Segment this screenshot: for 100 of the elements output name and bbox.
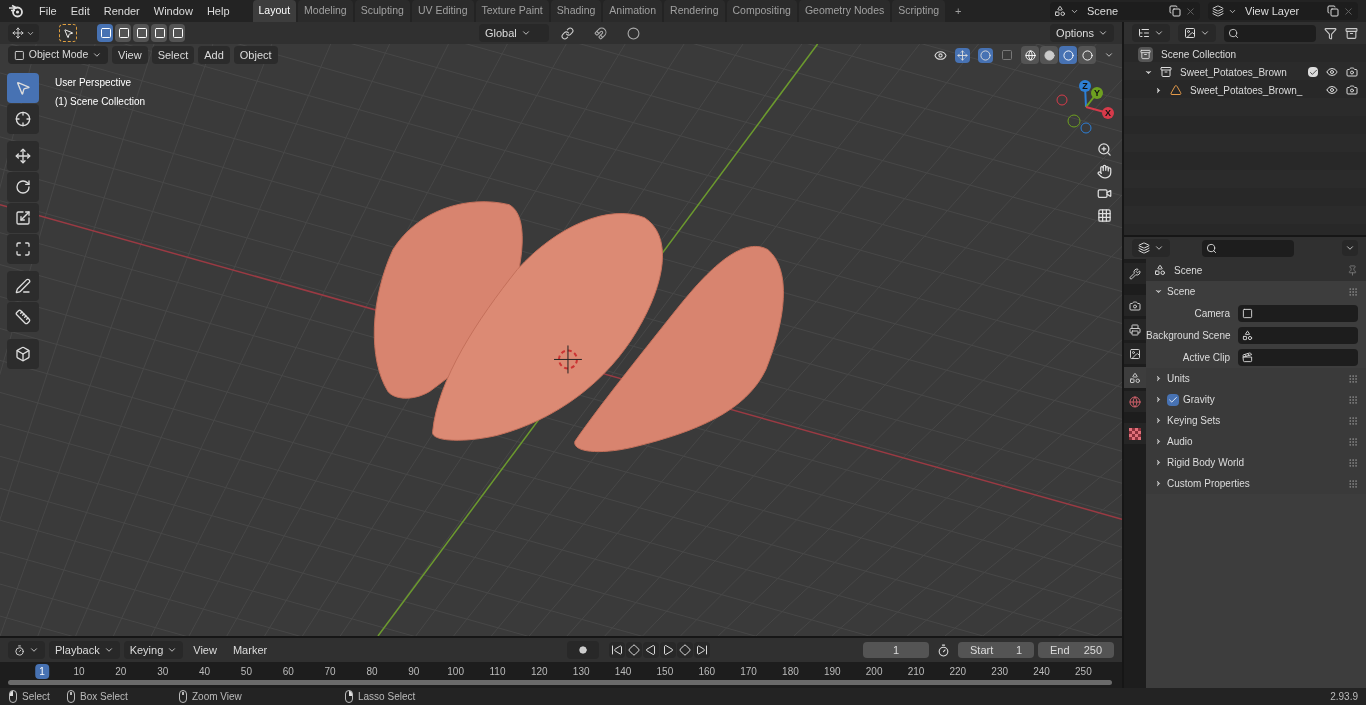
search-field[interactable] [1202, 239, 1294, 257]
link-icon[interactable] [561, 26, 574, 40]
transform-orientation-dropdown[interactable]: Global [479, 24, 549, 42]
drag-handle-icon[interactable] [1348, 394, 1358, 405]
panel-title[interactable]: Gravity [1183, 392, 1215, 407]
printer-icon[interactable] [1124, 319, 1146, 340]
workspace-tab[interactable]: Modeling [298, 0, 353, 23]
menu-dropdown[interactable]: Keying [123, 641, 184, 659]
workspace-tab[interactable]: UV Editing [411, 0, 474, 23]
close-icon[interactable] [1343, 5, 1354, 17]
outliner-item-label[interactable]: Sweet_Potatoes_Brown_ [1190, 82, 1304, 98]
visibility-icon[interactable] [934, 48, 947, 62]
gizmo-toggle-icon[interactable] [955, 47, 970, 63]
add-workspace-button[interactable]: + [947, 0, 970, 23]
shading-mode-icon[interactable] [1059, 46, 1077, 64]
outliner-item-label[interactable]: Scene Collection [1161, 46, 1275, 62]
record-button[interactable] [567, 641, 600, 659]
copy-icon[interactable] [1327, 5, 1339, 17]
selection-mode-icon[interactable] [115, 24, 131, 42]
workspace-tab[interactable]: Rendering [664, 0, 725, 23]
menu-item[interactable]: Edit [63, 2, 97, 20]
menu-item[interactable]: Help [199, 2, 237, 20]
selection-mode-icon[interactable] [169, 24, 185, 42]
view-layer-selector[interactable]: View Layer [1208, 2, 1358, 20]
panel-title[interactable]: Rigid Body World [1167, 455, 1245, 470]
ruler-icon[interactable] [7, 302, 39, 332]
data-field[interactable] [1238, 304, 1358, 322]
editor-type-button[interactable] [8, 641, 45, 659]
snap-icon[interactable] [594, 26, 607, 40]
data-field[interactable] [1238, 348, 1358, 366]
play-icon[interactable] [660, 642, 677, 658]
expand-arrow-icon[interactable] [1154, 437, 1163, 446]
display-mode-button[interactable] [1178, 24, 1216, 42]
shading-mode-icon[interactable] [1078, 46, 1096, 64]
hand-icon[interactable] [1097, 164, 1112, 179]
expand-arrow-icon[interactable] [1154, 395, 1163, 404]
cube-icon[interactable] [7, 339, 39, 369]
new-collection-icon[interactable] [1345, 26, 1358, 40]
overlay-toggle-icon[interactable] [978, 47, 993, 63]
editor-type-button[interactable] [8, 24, 39, 42]
menu-dropdown[interactable]: Playback [49, 641, 120, 659]
selection-mode-icon[interactable] [151, 24, 167, 42]
shading-mode-icon[interactable] [1021, 46, 1039, 64]
workspace-tab[interactable]: Animation [603, 0, 663, 23]
checker-icon[interactable] [1124, 423, 1146, 444]
select-box-icon[interactable] [7, 73, 39, 103]
selection-mode-icon[interactable] [97, 24, 113, 42]
menu-item[interactable]: Add [198, 45, 230, 65]
expand-arrow-icon[interactable] [1154, 287, 1163, 296]
editor-type-button[interactable] [1132, 239, 1170, 257]
panel-checkbox[interactable] [1167, 393, 1179, 406]
jump-end-icon[interactable] [694, 642, 711, 658]
tool-select-icon[interactable] [59, 24, 77, 42]
panel-title[interactable]: Scene [1167, 284, 1196, 299]
options-dropdown[interactable]: Options [1050, 24, 1114, 42]
workspace-tab[interactable]: Scripting [892, 0, 946, 23]
move-icon[interactable] [7, 141, 39, 171]
panel-title[interactable]: Custom Properties [1167, 476, 1250, 491]
scene-icon[interactable] [1124, 367, 1146, 388]
workspace-tab[interactable]: Sculpting [354, 0, 410, 23]
xray-icon[interactable] [1001, 49, 1013, 61]
scale-icon[interactable] [7, 203, 39, 233]
workspace-tab[interactable]: Geometry Nodes [798, 0, 891, 23]
start-frame-field[interactable]: Start 1 [958, 641, 1034, 659]
cursor-icon[interactable] [7, 104, 39, 134]
current-frame-marker[interactable]: 1 [35, 664, 49, 679]
camera-icon[interactable] [1346, 66, 1358, 78]
workspace-tab[interactable]: Compositing [726, 0, 797, 23]
timeline-scrollbar[interactable] [8, 680, 1112, 685]
image-icon[interactable] [1124, 343, 1146, 364]
exclude-checkbox[interactable] [1308, 67, 1318, 77]
stopwatch-icon[interactable] [937, 643, 950, 657]
panel-title[interactable]: Units [1167, 371, 1190, 386]
end-frame-field[interactable]: End 250 [1038, 641, 1114, 659]
expand-arrow-icon[interactable] [1154, 479, 1163, 488]
menu-item[interactable]: Window [146, 2, 200, 20]
search-field[interactable] [1224, 24, 1316, 42]
current-frame-field[interactable]: 1 [863, 641, 929, 659]
expand-arrow-icon[interactable] [1154, 458, 1163, 467]
jump-start-icon[interactable] [609, 642, 626, 658]
shading-mode-icon[interactable] [1040, 46, 1058, 64]
drag-handle-icon[interactable] [1348, 415, 1358, 426]
selection-mode-icon[interactable] [133, 24, 149, 42]
next-keyframe-icon[interactable] [677, 642, 694, 658]
drag-handle-icon[interactable] [1348, 436, 1358, 447]
caret-icon[interactable] [1104, 50, 1114, 60]
rotate-icon[interactable] [7, 172, 39, 202]
globe-icon[interactable] [1124, 391, 1146, 412]
wrench-icon[interactable] [1124, 263, 1146, 284]
play-reverse-icon[interactable] [643, 642, 660, 658]
drag-handle-icon[interactable] [1348, 478, 1358, 489]
filter-icon[interactable] [1324, 26, 1337, 40]
menu-item[interactable]: View [112, 45, 148, 65]
camera-icon[interactable] [1346, 84, 1358, 96]
menu-item[interactable]: Object [233, 45, 278, 65]
menu-item[interactable]: View [187, 641, 223, 659]
pencil-icon[interactable] [7, 271, 39, 301]
workspace-tab[interactable]: Texture Paint [475, 0, 549, 23]
navigation-gizmo-drawing[interactable]: Z Y X [1056, 80, 1114, 134]
panel-title[interactable]: Keying Sets [1167, 413, 1221, 428]
